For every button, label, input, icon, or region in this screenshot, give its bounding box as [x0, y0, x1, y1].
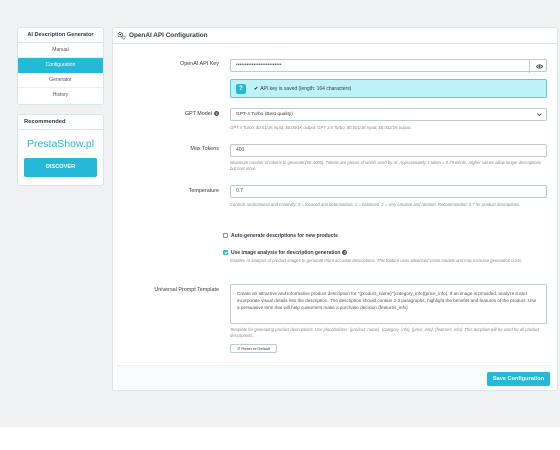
panel-header: OpenAI API Configuration	[113, 28, 557, 44]
gpt-model-selected: GPT-4 Turbo (Best quality)	[236, 112, 293, 117]
prestashow-logo[interactable]: PrestaShow.pl	[18, 138, 103, 150]
api-key-saved-alert: ? ✔ API key is saved (length: 164 charact…	[230, 79, 547, 98]
api-key-label: OpenAI API Key	[180, 61, 219, 67]
toggle-visibility-button[interactable]	[529, 60, 548, 73]
api-key-saved-message: API key is saved (length: 164 characters…	[260, 85, 352, 92]
recommended-title: Recommended	[18, 115, 103, 130]
image-analysis-label: Use image analysis for description gener…	[231, 250, 341, 256]
api-key-input[interactable]: ••••••••••••••••••••••••••	[230, 59, 548, 73]
auto-generate-label[interactable]: Auto-generate descriptions for new produ…	[231, 233, 338, 239]
sidebar-item-generator[interactable]: Generator	[18, 73, 103, 88]
save-configuration-button[interactable]: Save Configuration	[487, 372, 550, 386]
help-icon[interactable]: ?	[214, 111, 219, 117]
recommended-card: Recommended PrestaShow.pl DISCOVER	[17, 114, 104, 186]
reset-to-default-button[interactable]: ↺ Reset to Default	[230, 344, 277, 353]
prompt-template-textarea[interactable]: Create an attractive and informative pro…	[230, 284, 547, 324]
temperature-help: Controls randomness and creativity: 0 = …	[230, 202, 521, 207]
gpt-model-help: GPT-4 Turbo: $0.01/1K input, $0.03/1K ou…	[230, 125, 412, 130]
sidebar-title: AI Description Generator	[18, 28, 103, 43]
image-analysis-label-wrap[interactable]: Use image analysis for description gener…	[231, 250, 348, 256]
temperature-input[interactable]: 0.7	[230, 185, 547, 198]
sidebar-item-history[interactable]: History	[18, 88, 103, 103]
gpt-model-label: GPT Model?	[184, 111, 219, 117]
help-icon[interactable]: ?	[342, 250, 348, 256]
auto-generate-checkbox[interactable]	[223, 233, 228, 238]
chevron-down-icon	[537, 113, 542, 117]
discover-button[interactable]: DISCOVER	[24, 158, 97, 177]
gears-icon	[117, 31, 126, 40]
panel-footer: Save Configuration	[117, 365, 553, 389]
eye-icon	[535, 64, 543, 69]
max-tokens-label: Max Tokens	[190, 146, 219, 152]
sidebar-nav: AI Description Generator Manual Configur…	[17, 27, 104, 105]
prompt-template-label: Universal Prompt Template	[154, 287, 219, 293]
prompt-template-help: Template for generating product descript…	[230, 327, 540, 338]
check-icon: ✔	[254, 85, 259, 92]
api-key-value: ••••••••••••••••••••••••••	[236, 62, 282, 68]
temperature-label: Temperature	[188, 188, 219, 194]
max-tokens-help: Maximum number of tokens to generate (50…	[230, 160, 542, 171]
image-analysis-help: Enables AI analysis of product images to…	[230, 258, 523, 263]
sidebar-item-manual[interactable]: Manual	[18, 43, 103, 58]
max-tokens-input[interactable]: 400	[230, 144, 547, 157]
sidebar-item-configuration[interactable]: Configuration	[18, 58, 103, 73]
question-icon: ?	[236, 83, 246, 94]
panel-title: OpenAI API Configuration	[129, 32, 208, 39]
config-panel: OpenAI API Configuration OpenAI API Key …	[112, 27, 558, 391]
image-analysis-checkbox[interactable]	[223, 250, 228, 255]
gpt-model-select[interactable]: GPT-4 Turbo (Best quality)	[230, 108, 547, 121]
